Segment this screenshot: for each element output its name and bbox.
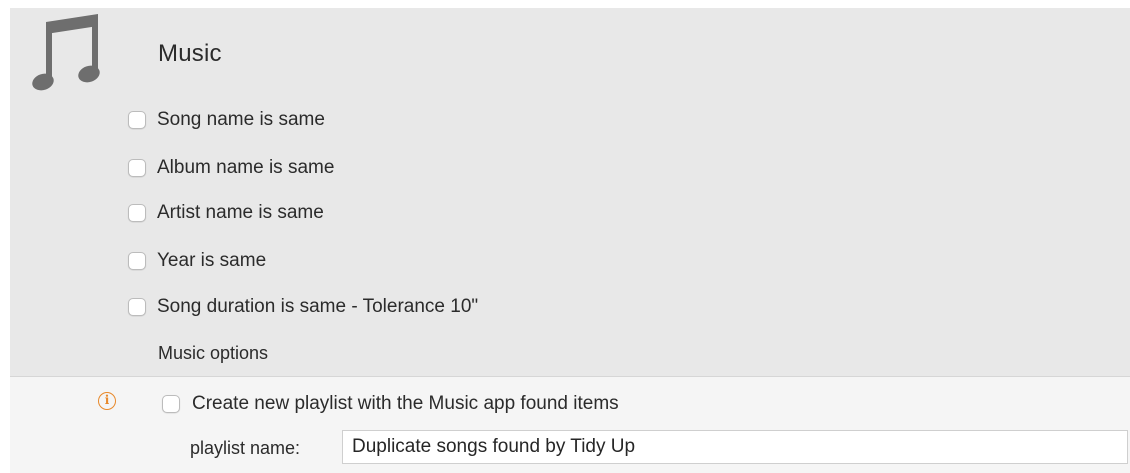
info-icon[interactable]: i (98, 392, 116, 410)
year-checkbox[interactable] (128, 252, 146, 270)
create-playlist-checkbox[interactable] (162, 395, 180, 413)
duration-checkbox-row[interactable]: Song duration is same - Tolerance 10" (128, 295, 478, 319)
year-checkbox-row[interactable]: Year is same (128, 249, 266, 273)
song-name-checkbox-row[interactable]: Song name is same (128, 108, 325, 132)
duration-label: Song duration is same - Tolerance 10" (157, 296, 479, 317)
year-label: Year is same (157, 250, 267, 271)
music-note-icon (32, 14, 100, 91)
artist-name-label: Artist name is same (157, 202, 324, 223)
duration-checkbox[interactable] (128, 298, 146, 316)
artist-name-checkbox[interactable] (128, 204, 146, 222)
music-settings-frame: Music Song name is same Album name is sa… (0, 0, 1130, 473)
album-name-checkbox-row[interactable]: Album name is same (128, 156, 334, 180)
artist-name-checkbox-row[interactable]: Artist name is same (128, 201, 324, 225)
playlist-name-input[interactable] (342, 430, 1128, 464)
song-name-checkbox[interactable] (128, 111, 146, 129)
playlist-name-label: playlist name: (190, 438, 301, 458)
album-name-checkbox[interactable] (128, 159, 146, 177)
album-name-label: Album name is same (157, 157, 335, 178)
section-title: Music (158, 40, 222, 67)
create-playlist-label: Create new playlist with the Music app f… (192, 393, 619, 414)
song-name-label: Song name is same (157, 109, 325, 130)
create-playlist-checkbox-row[interactable]: Create new playlist with the Music app f… (162, 392, 619, 416)
music-options-heading: Music options (158, 343, 269, 363)
